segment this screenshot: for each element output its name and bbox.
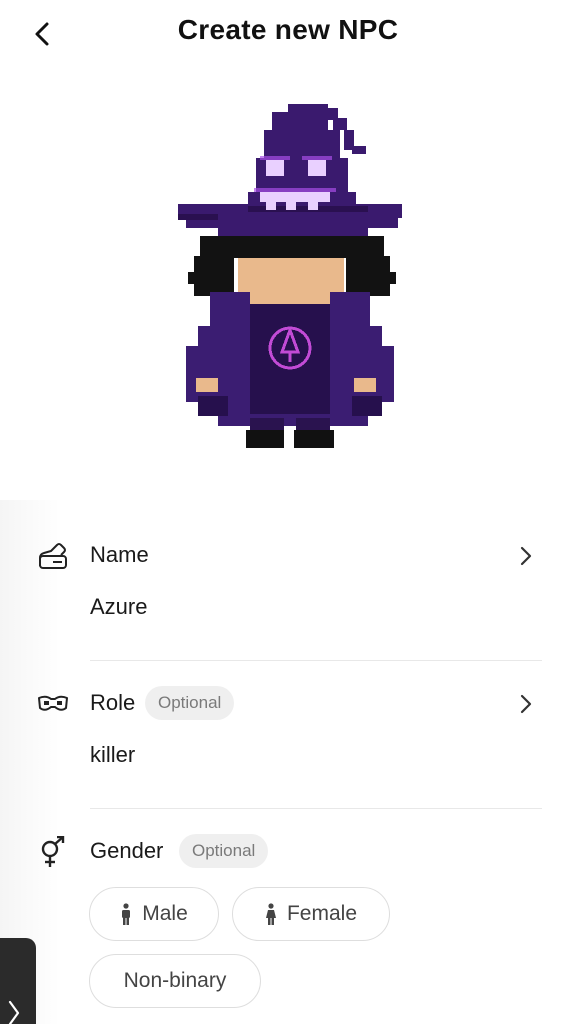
- face: [238, 258, 344, 304]
- female-person-icon: [265, 903, 276, 925]
- gender-option-label: Non-binary: [123, 969, 227, 992]
- male-person-icon: [122, 903, 131, 925]
- mask-icon: [36, 688, 70, 720]
- name-field[interactable]: Name Azure: [0, 536, 576, 660]
- boots: [246, 430, 334, 448]
- chevron-right-icon[interactable]: [512, 542, 540, 570]
- name-label: Name: [90, 542, 149, 567]
- npc-avatar: [178, 104, 402, 448]
- gender-option-label: Female: [286, 902, 358, 925]
- optional-badge: Optional: [145, 686, 235, 720]
- gender-field-header: Gender Optional: [0, 832, 576, 872]
- gender-option-male[interactable]: Male: [89, 887, 219, 941]
- role-field-header[interactable]: Role Optional: [0, 684, 576, 724]
- page-title: Create new NPC: [177, 14, 399, 45]
- gender-symbol-icon: [36, 836, 70, 868]
- gender-label: Gender: [90, 838, 164, 863]
- role-value: killer: [90, 742, 136, 767]
- name-value: Azure: [90, 594, 148, 619]
- header: Create new NPC: [0, 0, 576, 64]
- chevron-right-icon: [8, 1000, 20, 1024]
- name-tag-icon: [36, 540, 70, 572]
- gender-option-non-binary[interactable]: Non-binary: [89, 954, 261, 1008]
- role-label: Role: [90, 690, 136, 715]
- side-panel-tab[interactable]: [0, 938, 36, 1024]
- role-field[interactable]: Role Optional killer: [0, 684, 576, 808]
- gender-option-female[interactable]: Female: [232, 887, 390, 941]
- optional-badge: Optional: [179, 834, 269, 868]
- gender-option-label: Male: [142, 902, 188, 925]
- divider: [90, 808, 542, 809]
- chevron-right-icon[interactable]: [512, 690, 540, 718]
- gender-field: Gender Optional Male Female Non-binary: [0, 832, 576, 1024]
- divider: [90, 660, 542, 661]
- name-field-header[interactable]: Name: [0, 536, 576, 576]
